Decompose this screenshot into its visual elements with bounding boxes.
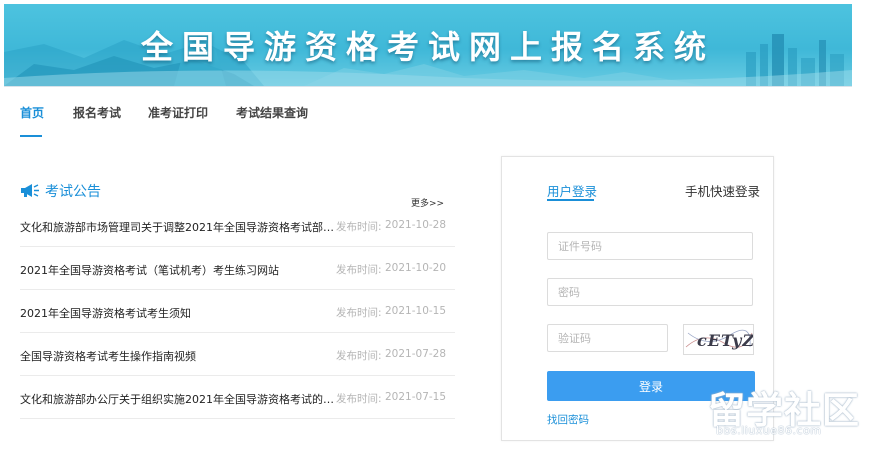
notice-date: 2021-10-20 — [385, 262, 447, 274]
nav-item-result-query[interactable]: 考试结果查询 — [236, 104, 308, 121]
notice-date: 2021-07-28 — [385, 348, 447, 360]
banner-divider — [4, 86, 852, 87]
notice-date-label: 发布时间: — [336, 221, 382, 233]
banner-title: 全国导游资格考试网上报名系统 — [140, 28, 715, 66]
nav-item-register[interactable]: 报名考试 — [73, 104, 121, 121]
captcha-text: cETyZ — [697, 331, 753, 350]
nav-item-home[interactable]: 首页 — [20, 104, 44, 121]
forgot-password-link[interactable]: 找回密码 — [547, 412, 589, 427]
notice-item-title[interactable]: 2021年全国导游资格考试考生须知 — [20, 305, 334, 321]
notice-list: 文化和旅游部市场管理司关于调整2021年全国导游资格考试部分… 发布时间: 20… — [20, 204, 455, 419]
notice-item-title[interactable]: 全国导游资格考试考生操作指南视频 — [20, 348, 334, 364]
notice-item[interactable]: 2021年全国导游资格考试（笔试机考）考生练习网站 发布时间: 2021-10-… — [20, 247, 455, 290]
notice-date-label: 发布时间: — [336, 393, 382, 405]
notice-date-label: 发布时间: — [336, 350, 382, 362]
tab-phone-login[interactable]: 手机快速登录 — [685, 181, 760, 200]
notice-item-title[interactable]: 文化和旅游部市场管理司关于调整2021年全国导游资格考试部分… — [20, 219, 334, 235]
notice-date-label: 发布时间: — [336, 264, 382, 276]
notice-item[interactable]: 文化和旅游部办公厅关于组织实施2021年全国导游资格考试的通知 发布时间: 20… — [20, 376, 455, 419]
notice-item[interactable]: 2021年全国导游资格考试考生须知 发布时间: 2021-10-15 — [20, 290, 455, 333]
notice-item[interactable]: 文化和旅游部市场管理司关于调整2021年全国导游资格考试部分… 发布时间: 20… — [20, 204, 455, 247]
notice-item-title[interactable]: 2021年全国导游资格考试（笔试机考）考生练习网站 — [20, 262, 334, 278]
notice-date: 2021-10-15 — [385, 305, 447, 317]
captcha-graphic: cETyZ — [685, 329, 754, 350]
watermark-url: bbs.liuxue86.com — [716, 424, 822, 437]
captcha-image[interactable]: cETyZ — [683, 324, 754, 355]
id-number-input[interactable] — [547, 232, 753, 260]
tab-active-indicator — [547, 199, 594, 201]
notice-item[interactable]: 全国导游资格考试考生操作指南视频 发布时间: 2021-07-28 — [20, 333, 455, 376]
notice-item-title[interactable]: 文化和旅游部办公厅关于组织实施2021年全国导游资格考试的通知 — [20, 391, 334, 407]
notice-date: 2021-07-15 — [385, 391, 447, 403]
megaphone-icon — [21, 184, 39, 197]
captcha-input[interactable] — [547, 324, 668, 352]
notice-date-label: 发布时间: — [336, 307, 382, 319]
notice-section-title: 考试公告 — [45, 184, 101, 200]
nav-item-admission-ticket[interactable]: 准考证打印 — [148, 104, 208, 121]
tab-user-login[interactable]: 用户登录 — [547, 181, 597, 200]
password-input[interactable] — [547, 278, 753, 306]
nav-active-indicator — [20, 135, 42, 137]
site-banner: 全国导游资格考试网上报名系统 — [4, 4, 852, 86]
notice-date: 2021-10-28 — [385, 219, 447, 231]
